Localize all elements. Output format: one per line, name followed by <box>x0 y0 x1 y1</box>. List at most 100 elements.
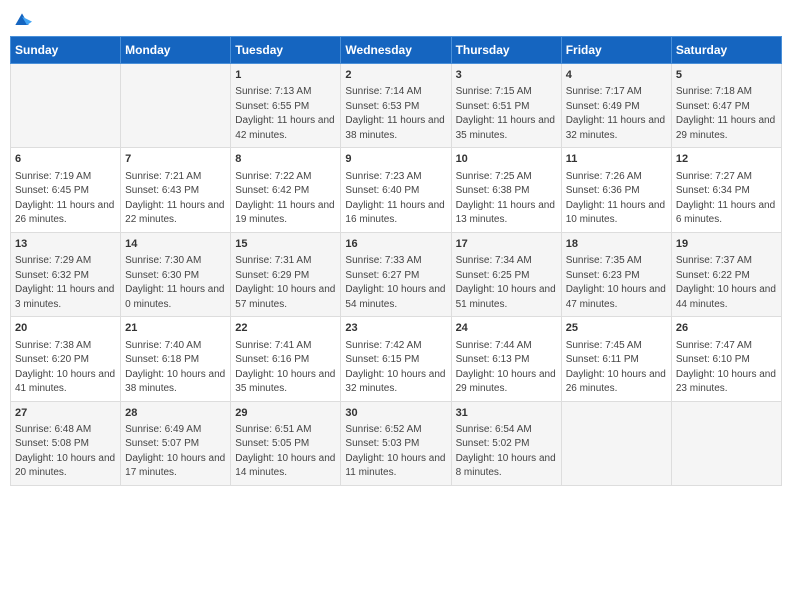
day-number: 21 <box>125 321 226 336</box>
calendar-cell: 15 Sunrise: 7:31 AMSunset: 6:29 PMDayligh… <box>231 232 341 316</box>
day-number: 14 <box>125 237 226 252</box>
week-row-2: 6Sunrise: 7:19 AMSunset: 6:45 PMDaylight… <box>11 148 782 232</box>
day-number: 4 <box>566 68 667 83</box>
calendar-cell: 28 Sunrise: 6:49 AMSunset: 5:07 PMDayligh… <box>121 401 231 485</box>
calendar-cell: 29 Sunrise: 6:51 AMSunset: 5:05 PMDayligh… <box>231 401 341 485</box>
calendar-table: SundayMondayTuesdayWednesdayThursdayFrid… <box>10 36 782 486</box>
day-info: Sunrise: 7:44 AMSunset: 6:13 PMDaylight:… <box>456 339 557 397</box>
day-info: Sunrise: 7:14 AMSunset: 6:53 PMDaylight:… <box>345 85 446 143</box>
day-info: Sunrise: 7:34 AMSunset: 6:25 PMDaylight:… <box>456 254 557 312</box>
day-info: Sunrise: 7:35 AMSunset: 6:23 PMDaylight:… <box>566 254 667 312</box>
day-number: 11 <box>566 152 667 167</box>
logo <box>10 10 32 28</box>
day-info: Sunrise: 6:51 AMSunset: 5:05 PMDaylight:… <box>235 423 336 481</box>
day-info: Sunrise: 7:13 AMSunset: 6:55 PMDaylight:… <box>235 85 336 143</box>
day-info: Sunrise: 7:41 AMSunset: 6:16 PMDaylight:… <box>235 339 336 397</box>
calendar-cell <box>671 401 781 485</box>
day-info: Sunrise: 7:47 AMSunset: 6:10 PMDaylight:… <box>676 339 777 397</box>
day-info: Sunrise: 7:23 AMSunset: 6:40 PMDaylight:… <box>345 170 446 228</box>
day-info: Sunrise: 7:37 AMSunset: 6:22 PMDaylight:… <box>676 254 777 312</box>
day-number: 13 <box>15 237 116 252</box>
day-number: 29 <box>235 406 336 421</box>
calendar-cell: 25 Sunrise: 7:45 AMSunset: 6:11 PMDayligh… <box>561 317 671 401</box>
day-info: Sunrise: 7:21 AMSunset: 6:43 PMDaylight:… <box>125 170 226 228</box>
calendar-cell: 4 Sunrise: 7:17 AMSunset: 6:49 PMDaylight… <box>561 64 671 148</box>
calendar-cell: 31 Sunrise: 6:54 AMSunset: 5:02 PMDayligh… <box>451 401 561 485</box>
day-number: 9 <box>345 152 446 167</box>
day-number: 1 <box>235 68 336 83</box>
logo-icon <box>12 10 32 30</box>
day-number: 27 <box>15 406 116 421</box>
calendar-cell: 1 Sunrise: 7:13 AMSunset: 6:55 PMDaylight… <box>231 64 341 148</box>
day-number: 22 <box>235 321 336 336</box>
day-info: Sunrise: 7:31 AMSunset: 6:29 PMDaylight:… <box>235 254 336 312</box>
week-row-3: 13 Sunrise: 7:29 AMSunset: 6:32 PMDayligh… <box>11 232 782 316</box>
calendar-cell: 23Sunrise: 7:42 AMSunset: 6:15 PMDayligh… <box>341 317 451 401</box>
day-number: 28 <box>125 406 226 421</box>
day-info: Sunrise: 7:45 AMSunset: 6:11 PMDaylight:… <box>566 339 667 397</box>
day-info: Sunrise: 6:48 AMSunset: 5:08 PMDaylight:… <box>15 423 116 481</box>
day-number: 12 <box>676 152 777 167</box>
day-header-thursday: Thursday <box>451 37 561 64</box>
calendar-cell: 12 Sunrise: 7:27 AMSunset: 6:34 PMDayligh… <box>671 148 781 232</box>
day-number: 30 <box>345 406 446 421</box>
day-info: Sunrise: 7:38 AMSunset: 6:20 PMDaylight:… <box>15 339 116 397</box>
calendar-cell: 2 Sunrise: 7:14 AMSunset: 6:53 PMDaylight… <box>341 64 451 148</box>
calendar-cell: 7 Sunrise: 7:21 AMSunset: 6:43 PMDaylight… <box>121 148 231 232</box>
day-header-monday: Monday <box>121 37 231 64</box>
calendar-cell: 19Sunrise: 7:37 AMSunset: 6:22 PMDayligh… <box>671 232 781 316</box>
calendar-cell: 26 Sunrise: 7:47 AMSunset: 6:10 PMDayligh… <box>671 317 781 401</box>
calendar-cell <box>561 401 671 485</box>
calendar-cell: 18 Sunrise: 7:35 AMSunset: 6:23 PMDayligh… <box>561 232 671 316</box>
calendar-cell: 8Sunrise: 7:22 AMSunset: 6:42 PMDaylight… <box>231 148 341 232</box>
day-info: Sunrise: 6:49 AMSunset: 5:07 PMDaylight:… <box>125 423 226 481</box>
calendar-cell: 14 Sunrise: 7:30 AMSunset: 6:30 PMDayligh… <box>121 232 231 316</box>
day-info: Sunrise: 7:40 AMSunset: 6:18 PMDaylight:… <box>125 339 226 397</box>
day-number: 6 <box>15 152 116 167</box>
day-info: Sunrise: 6:54 AMSunset: 5:02 PMDaylight:… <box>456 423 557 481</box>
day-number: 7 <box>125 152 226 167</box>
calendar-cell: 16 Sunrise: 7:33 AMSunset: 6:27 PMDayligh… <box>341 232 451 316</box>
calendar-cell: 21 Sunrise: 7:40 AMSunset: 6:18 PMDayligh… <box>121 317 231 401</box>
day-number: 2 <box>345 68 446 83</box>
day-number: 31 <box>456 406 557 421</box>
day-info: Sunrise: 7:22 AMSunset: 6:42 PMDaylight:… <box>235 170 336 228</box>
page-header <box>10 10 782 28</box>
week-row-4: 20 Sunrise: 7:38 AMSunset: 6:20 PMDayligh… <box>11 317 782 401</box>
day-info: Sunrise: 7:33 AMSunset: 6:27 PMDaylight:… <box>345 254 446 312</box>
day-number: 24 <box>456 321 557 336</box>
day-number: 17 <box>456 237 557 252</box>
day-number: 16 <box>345 237 446 252</box>
calendar-cell: 6Sunrise: 7:19 AMSunset: 6:45 PMDaylight… <box>11 148 121 232</box>
calendar-cell: 11 Sunrise: 7:26 AMSunset: 6:36 PMDayligh… <box>561 148 671 232</box>
day-number: 15 <box>235 237 336 252</box>
day-info: Sunrise: 7:27 AMSunset: 6:34 PMDaylight:… <box>676 170 777 228</box>
day-number: 23 <box>345 321 446 336</box>
calendar-cell: 30Sunrise: 6:52 AMSunset: 5:03 PMDayligh… <box>341 401 451 485</box>
day-number: 20 <box>15 321 116 336</box>
day-info: Sunrise: 7:18 AMSunset: 6:47 PMDaylight:… <box>676 85 777 143</box>
calendar-cell: 20 Sunrise: 7:38 AMSunset: 6:20 PMDayligh… <box>11 317 121 401</box>
day-number: 5 <box>676 68 777 83</box>
day-number: 18 <box>566 237 667 252</box>
calendar-cell: 9 Sunrise: 7:23 AMSunset: 6:40 PMDaylight… <box>341 148 451 232</box>
calendar-cell: 27 Sunrise: 6:48 AMSunset: 5:08 PMDayligh… <box>11 401 121 485</box>
day-header-tuesday: Tuesday <box>231 37 341 64</box>
calendar-header-row: SundayMondayTuesdayWednesdayThursdayFrid… <box>11 37 782 64</box>
day-header-sunday: Sunday <box>11 37 121 64</box>
calendar-cell: 10 Sunrise: 7:25 AMSunset: 6:38 PMDayligh… <box>451 148 561 232</box>
day-info: Sunrise: 7:15 AMSunset: 6:51 PMDaylight:… <box>456 85 557 143</box>
day-info: Sunrise: 7:29 AMSunset: 6:32 PMDaylight:… <box>15 254 116 312</box>
day-number: 10 <box>456 152 557 167</box>
calendar-cell: 24 Sunrise: 7:44 AMSunset: 6:13 PMDayligh… <box>451 317 561 401</box>
day-info: Sunrise: 7:17 AMSunset: 6:49 PMDaylight:… <box>566 85 667 143</box>
day-info: Sunrise: 7:25 AMSunset: 6:38 PMDaylight:… <box>456 170 557 228</box>
day-info: Sunrise: 7:26 AMSunset: 6:36 PMDaylight:… <box>566 170 667 228</box>
calendar-cell: 17 Sunrise: 7:34 AMSunset: 6:25 PMDayligh… <box>451 232 561 316</box>
day-info: Sunrise: 7:30 AMSunset: 6:30 PMDaylight:… <box>125 254 226 312</box>
day-header-saturday: Saturday <box>671 37 781 64</box>
day-number: 26 <box>676 321 777 336</box>
calendar-cell <box>121 64 231 148</box>
calendar-cell: 22 Sunrise: 7:41 AMSunset: 6:16 PMDayligh… <box>231 317 341 401</box>
day-number: 25 <box>566 321 667 336</box>
